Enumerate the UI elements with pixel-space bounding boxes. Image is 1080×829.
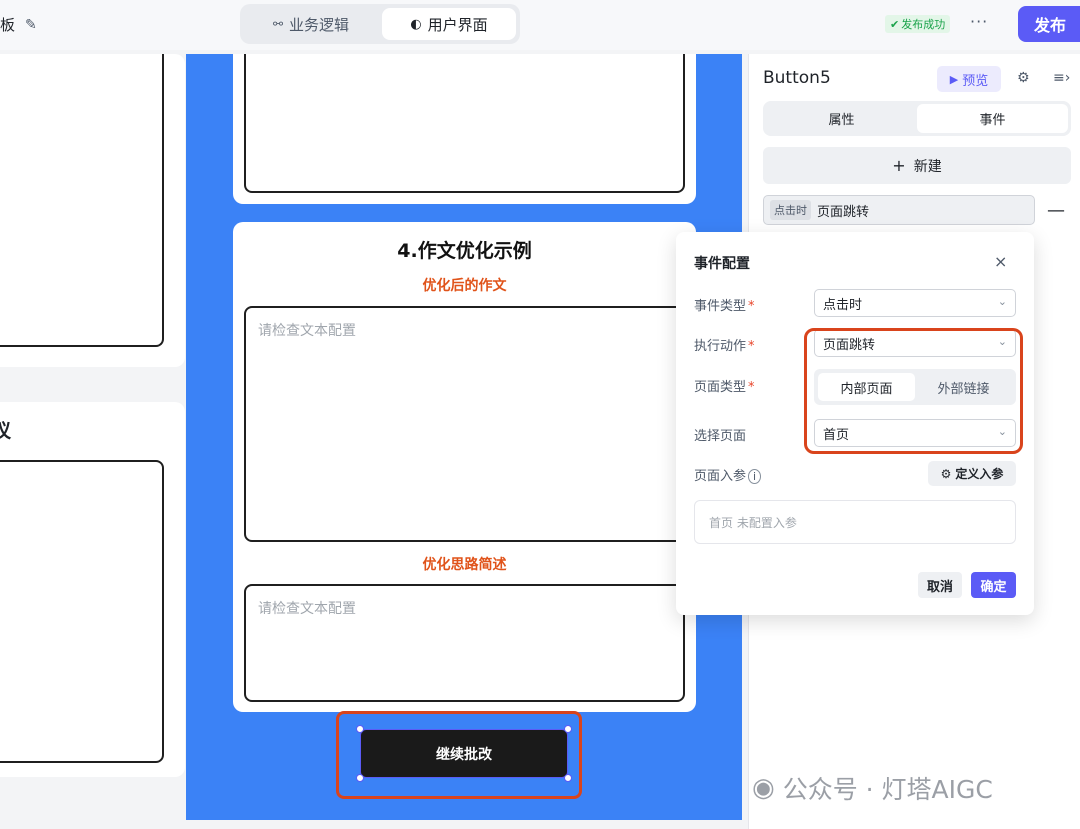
required-mark: * [748, 380, 755, 395]
confirm-button[interactable]: 确定 [971, 572, 1016, 598]
component-name: Button5 [763, 68, 831, 88]
resize-handle[interactable] [356, 774, 364, 782]
settings-icon[interactable]: ⚙ [1017, 70, 1030, 86]
tab-business-logic[interactable]: ⚯ 业务逻辑 [244, 8, 378, 40]
text-box[interactable] [244, 54, 685, 193]
mode-tabs: ⚯ 业务逻辑 ◐ 用户界面 [240, 4, 520, 44]
top-bar: 板 ✎ ⚯ 业务逻辑 ◐ 用户界面 ✔ 发布成功 ··· 发布 [0, 0, 1080, 50]
placeholder-text: 请检查文本配置 [258, 323, 356, 339]
event-config-popover: 事件配置 × 事件类型 * 点击时 ⌄ 执行动作 * 页面跳转 ⌄ 页面类型 * 内部… [676, 232, 1034, 615]
tab-label: 用户界面 [427, 15, 488, 34]
info-icon[interactable]: i [748, 469, 762, 484]
continue-grading-button[interactable]: 继续批改 [360, 729, 568, 778]
highlight-outline [804, 328, 1023, 454]
tab-user-interface[interactable]: ◐ 用户界面 [382, 8, 516, 40]
popover-title: 事件配置 [694, 256, 750, 272]
more-icon[interactable]: ··· [970, 12, 988, 31]
card-subtitle: 优化思路简述 [422, 557, 507, 573]
card-subtitle: 优化后的作文 [422, 278, 507, 294]
left-card-title-fragment: 议 [0, 420, 12, 442]
event-trigger-tag: 点击时 [770, 200, 811, 220]
play-icon: ▶ [949, 72, 959, 86]
cancel-button[interactable]: 取消 [918, 572, 962, 598]
watermark-text: 公众号 · 灯塔AIGC [782, 775, 993, 804]
panel-tabs: 属性 事件 [763, 101, 1071, 136]
check-circle-icon: ✔ [890, 17, 900, 31]
close-icon[interactable]: × [994, 252, 1007, 271]
tab-label: 业务逻辑 [289, 15, 350, 34]
event-item[interactable]: 点击时 页面跳转 [763, 195, 1035, 225]
gear-icon: ⚙ [940, 466, 952, 481]
flow-icon: ⚯ [272, 17, 284, 31]
label-text: 事件类型 [694, 299, 747, 314]
page-type-label: 页面类型 * [694, 376, 755, 395]
required-mark: * [748, 339, 755, 354]
card-3[interactable] [233, 54, 696, 204]
new-label: 新建 [913, 158, 942, 175]
label-text: 页面入参 [694, 469, 747, 484]
params-empty-box: 首页 未配置入参 [694, 500, 1016, 544]
left-card-top[interactable] [0, 54, 185, 367]
publish-status-badge: ✔ 发布成功 [885, 15, 951, 33]
required-mark: * [748, 299, 755, 314]
label-text: 页面类型 [694, 380, 747, 395]
remove-event-icon[interactable]: — [1047, 200, 1065, 221]
palette-icon: ◐ [410, 16, 422, 32]
text-box[interactable] [0, 54, 164, 347]
card-title: 4.作文优化示例 [397, 240, 532, 262]
resize-handle[interactable] [356, 725, 364, 733]
chevron-down-icon: ⌄ [997, 295, 1007, 308]
plus-icon: + [892, 156, 906, 175]
optimized-essay-box[interactable]: 请检查文本配置 [244, 306, 685, 542]
preview-label: 预览 [962, 73, 989, 89]
new-event-button[interactable]: + 新建 [763, 147, 1071, 184]
preview-button[interactable]: ▶ 预览 [937, 66, 1001, 92]
tab-properties[interactable]: 属性 [766, 104, 917, 133]
label-text: 执行动作 [694, 339, 747, 354]
page-params-label: 页面入参 i [694, 465, 762, 484]
select-value: 点击时 [823, 297, 863, 313]
text-box[interactable] [0, 460, 164, 763]
event-action-label: 页面跳转 [817, 204, 870, 220]
collapse-panel-icon[interactable]: ≡› [1053, 70, 1070, 86]
optimization-summary-box[interactable]: 请检查文本配置 [244, 584, 685, 702]
app-title-fragment: 板 [0, 16, 16, 34]
app-title-area: 板 ✎ [0, 14, 37, 35]
tab-events[interactable]: 事件 [917, 104, 1068, 133]
resize-handle[interactable] [564, 774, 572, 782]
event-type-label: 事件类型 * [694, 295, 755, 314]
publish-button[interactable]: 发布 [1018, 6, 1080, 42]
placeholder-text: 请检查文本配置 [258, 601, 356, 617]
resize-handle[interactable] [564, 725, 572, 733]
event-type-select[interactable]: 点击时 ⌄ [814, 289, 1016, 317]
edit-icon[interactable]: ✎ [25, 17, 37, 33]
left-card-bottom[interactable]: 议 [0, 402, 185, 777]
card-4[interactable]: 4.作文优化示例 优化后的作文 请检查文本配置 优化思路简述 请检查文本配置 [233, 222, 696, 712]
watermark: ◉ 公众号 · 灯塔AIGC [752, 770, 993, 806]
action-label: 执行动作 * [694, 335, 755, 354]
wechat-icon: ◉ [752, 773, 775, 803]
select-page-label: 选择页面 [694, 429, 747, 444]
define-params-button[interactable]: ⚙ 定义入参 [928, 461, 1016, 486]
button-label: 定义入参 [955, 467, 1004, 481]
status-text: 发布成功 [901, 18, 946, 31]
